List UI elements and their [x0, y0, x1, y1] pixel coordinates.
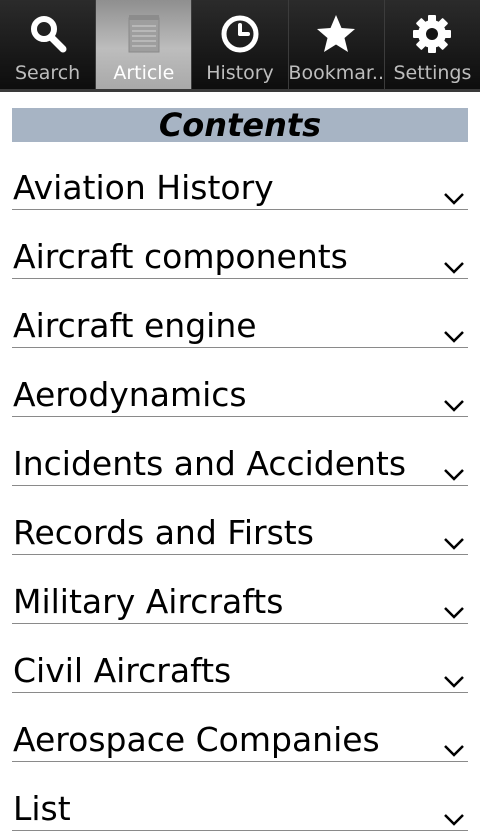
list-item[interactable]: Aircraft engine [12, 280, 468, 348]
chevron-down-icon[interactable] [442, 740, 466, 760]
tab-settings-label: Settings [393, 62, 472, 84]
list-item-label: Military Aircrafts [13, 582, 284, 621]
list-item-label: List [13, 789, 71, 828]
chevron-down-icon[interactable] [442, 671, 466, 691]
list-item[interactable]: Aerospace Companies [12, 694, 468, 762]
tab-settings[interactable]: Settings [384, 0, 480, 89]
tab-search[interactable]: Search [0, 0, 97, 89]
star-icon [317, 15, 356, 52]
list-item[interactable]: Incidents and Accidents [12, 418, 468, 486]
tab-article[interactable]: Article [96, 0, 193, 89]
list-item[interactable]: Records and Firsts [12, 487, 468, 555]
tab-article-label: Article [113, 62, 175, 84]
list-item-label: Civil Aircrafts [13, 651, 232, 690]
chevron-down-icon[interactable] [442, 188, 466, 208]
list-item-label: Records and Firsts [13, 513, 314, 552]
list-item[interactable]: Military Aircrafts [12, 556, 468, 624]
gear-icon [413, 15, 452, 53]
tab-bookmarks[interactable]: Bookmar.. [288, 0, 385, 89]
chevron-down-icon[interactable] [442, 395, 466, 415]
chevron-down-icon[interactable] [442, 257, 466, 277]
tab-search-label: Search [14, 62, 81, 84]
chevron-down-icon[interactable] [442, 464, 466, 484]
list-item[interactable]: Aerodynamics [12, 349, 468, 417]
notepad-icon [128, 15, 160, 53]
list-item-label: Aerospace Companies [13, 720, 380, 759]
list-item-label: Aviation History [13, 168, 274, 207]
list-item-label: Aircraft engine [13, 306, 257, 345]
tab-history-label: History [206, 62, 274, 84]
list-item-label: Incidents and Accidents [13, 444, 407, 483]
tab-bookmarks-label: Bookmar.. [288, 62, 385, 84]
tab-history[interactable]: History [192, 0, 289, 89]
list-item-label: Aircraft components [13, 237, 348, 276]
list-item[interactable]: Civil Aircrafts [12, 625, 468, 693]
contents-title: Contents [12, 108, 468, 142]
list-item[interactable]: List [12, 763, 468, 831]
chevron-down-icon[interactable] [442, 809, 466, 829]
list-item[interactable]: Aircraft components [12, 211, 468, 279]
list-item[interactable]: Aviation History [12, 142, 468, 210]
tab-bar: Search Article History Bookmar.. Setting… [0, 0, 480, 92]
chevron-down-icon[interactable] [442, 326, 466, 346]
chevron-down-icon[interactable] [442, 602, 466, 622]
search-icon [30, 16, 67, 53]
chevron-down-icon[interactable] [442, 533, 466, 553]
clock-icon [221, 15, 259, 53]
list-item-label: Aerodynamics [13, 375, 247, 414]
contents-list: Aviation History Aircraft components Air… [12, 142, 468, 832]
